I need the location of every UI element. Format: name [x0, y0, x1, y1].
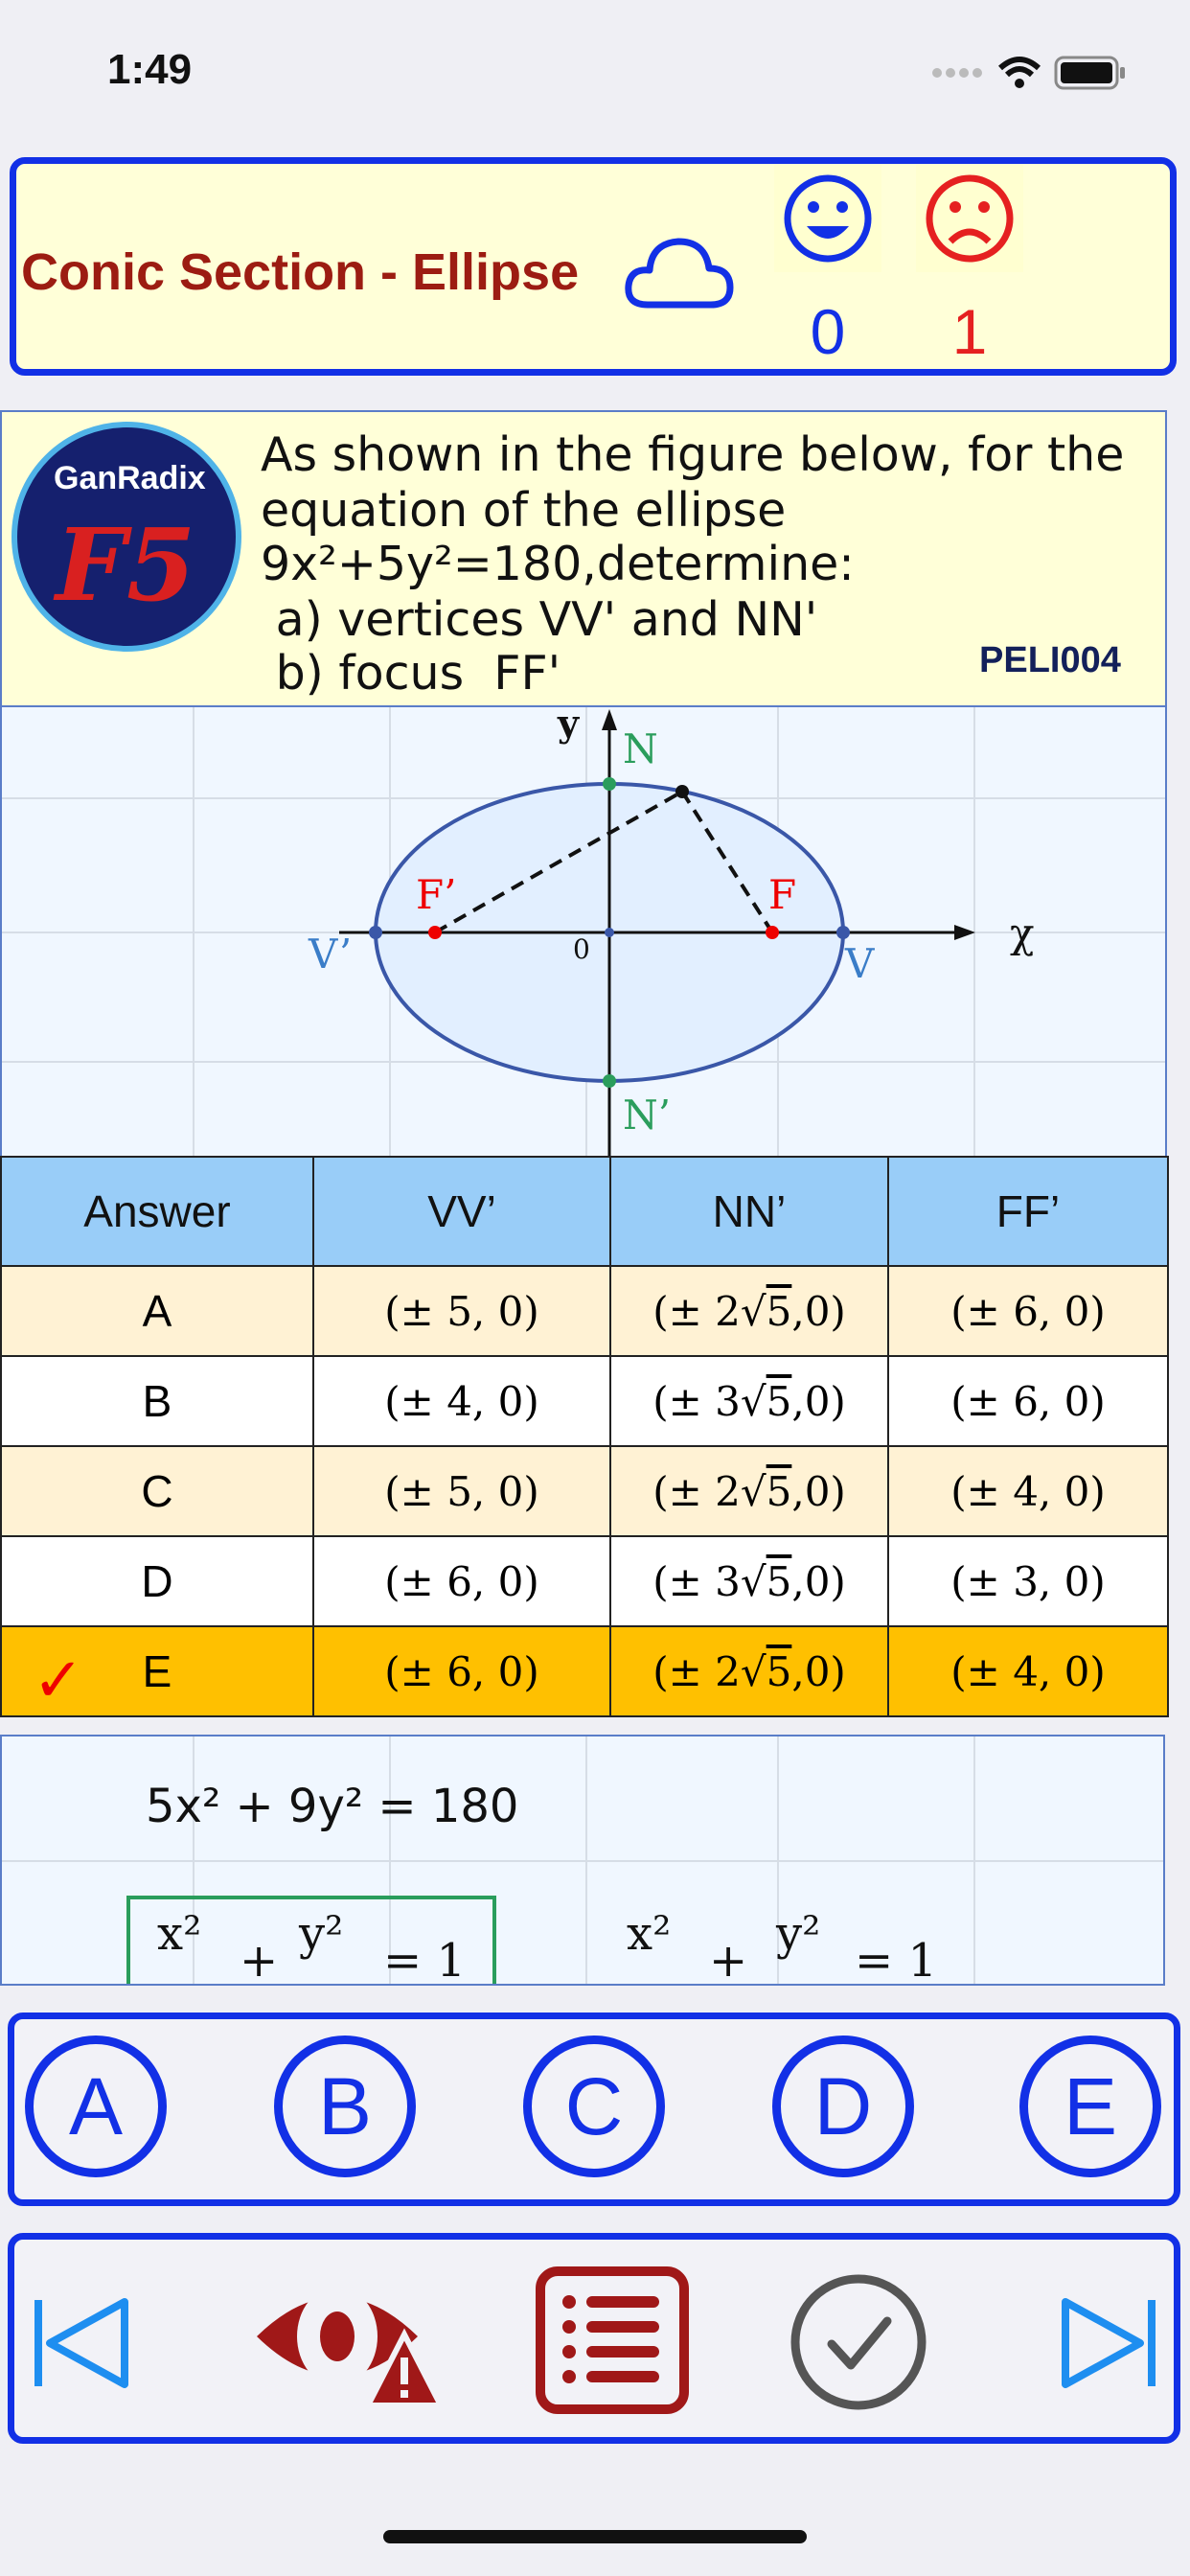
- status-time: 1:49: [107, 46, 193, 93]
- list-icon[interactable]: [535, 2266, 690, 2415]
- answer-label: B: [0, 1355, 314, 1447]
- ff-value: (± 3, 0): [887, 1535, 1169, 1627]
- answer-table: Answer VV’ NN’ FF’ A (± 5, 0) (± 2√5,0) …: [0, 1156, 1169, 1717]
- first-icon[interactable]: [29, 2290, 134, 2396]
- choice-d-button[interactable]: D: [772, 2036, 914, 2177]
- vv-value: (± 5, 0): [312, 1445, 611, 1537]
- solution-plus: +: [240, 1934, 279, 1986]
- label-v: V: [844, 940, 875, 987]
- last-icon[interactable]: [1056, 2290, 1161, 2396]
- answer-label: D: [0, 1535, 314, 1627]
- logo-brand: GanRadix: [54, 460, 206, 496]
- ff-value: (± 6, 0): [887, 1355, 1169, 1447]
- battery-icon: [1054, 56, 1125, 90]
- col-header-ff: FF’: [887, 1156, 1169, 1267]
- nn-value: (± 2√5,0): [609, 1445, 889, 1537]
- cloud-icon[interactable]: [623, 230, 736, 314]
- col-header-answer: Answer: [0, 1156, 314, 1267]
- label-n-prime: N’: [623, 1092, 671, 1138]
- question-line: a) vertices VV' and NN': [261, 592, 818, 647]
- wrong-count: 1: [951, 296, 988, 367]
- nn-value: (± 3√5,0): [609, 1355, 889, 1447]
- answer-label: A: [0, 1265, 314, 1357]
- ellipse-diagram: y χ N N’ F’ F V’ V 0: [2, 702, 1165, 1158]
- wifi-icon: [998, 57, 1041, 88]
- table-row: A (± 5, 0) (± 2√5,0) (± 6, 0): [0, 1265, 1169, 1357]
- table-row-selected: E (± 6, 0) (± 2√5,0) (± 4, 0): [0, 1625, 1169, 1717]
- choice-a-button[interactable]: A: [25, 2036, 167, 2177]
- page-title: Conic Section - Ellipse: [21, 243, 580, 301]
- vv-value: (± 5, 0): [312, 1265, 611, 1357]
- table-row: D (± 6, 0) (± 3√5,0) (± 3, 0): [0, 1535, 1169, 1627]
- solution-term: x²: [157, 1907, 202, 1961]
- question-line: 9x²+5y²=180,determine:: [261, 537, 855, 591]
- vv-value: (± 4, 0): [312, 1355, 611, 1447]
- vv-value: (± 6, 0): [312, 1535, 611, 1627]
- nn-value: (± 2√5,0): [609, 1625, 889, 1717]
- axis-label-y: y: [557, 707, 580, 745]
- hide-warning-icon[interactable]: [251, 2267, 443, 2411]
- vv-value: (± 6, 0): [312, 1625, 611, 1717]
- question-line: b) focus FF': [261, 646, 561, 701]
- solution-term: y²: [776, 1907, 821, 1961]
- check-circle-icon[interactable]: [788, 2271, 929, 2413]
- col-header-vv: VV’: [312, 1156, 611, 1267]
- table-row: C (± 5, 0) (± 2√5,0) (± 4, 0): [0, 1445, 1169, 1537]
- label-n: N: [623, 725, 658, 772]
- answer-label: C: [0, 1445, 314, 1537]
- solution-plus: +: [709, 1934, 748, 1986]
- label-origin: 0: [573, 933, 590, 965]
- ellipse-figure: y χ N N’ F’ F V’ V 0: [0, 702, 1167, 1158]
- solution-equation: 5x² + 9y² = 180: [146, 1780, 519, 1833]
- happy-face-icon: [774, 165, 881, 272]
- question-code: PELI004: [979, 640, 1121, 680]
- solution-term: x²: [627, 1907, 672, 1961]
- status-icons: [931, 56, 1127, 90]
- choice-b-button[interactable]: B: [274, 2036, 416, 2177]
- nn-value: (± 2√5,0): [609, 1265, 889, 1357]
- correct-count: 0: [810, 296, 846, 367]
- axis-label-x: χ: [1010, 909, 1034, 956]
- label-f-prime: F’: [416, 871, 457, 918]
- question-line: As shown in the figure below, for the: [261, 427, 1125, 482]
- solution-term: y²: [299, 1907, 344, 1961]
- label-f: F: [768, 871, 796, 918]
- nn-value: (± 3√5,0): [609, 1535, 889, 1627]
- logo-mark: F5: [56, 506, 196, 624]
- table-row: B (± 4, 0) (± 3√5,0) (± 6, 0): [0, 1355, 1169, 1447]
- choice-e-button[interactable]: E: [1019, 2036, 1161, 2177]
- ff-value: (± 4, 0): [887, 1625, 1169, 1717]
- home-indicator[interactable]: [383, 2530, 807, 2543]
- signal-icon: [932, 68, 982, 78]
- ff-value: (± 4, 0): [887, 1445, 1169, 1537]
- choice-c-button[interactable]: C: [523, 2036, 665, 2177]
- col-header-nn: NN’: [609, 1156, 889, 1267]
- question-line: equation of the ellipse: [261, 483, 787, 538]
- sad-face-icon: [916, 165, 1023, 272]
- solution-panel[interactable]: 5x² + 9y² = 180 x² + y² = 1 x² + y² = 1: [0, 1735, 1165, 1986]
- solution-equals: = 1: [383, 1934, 467, 1986]
- table-header-row: Answer VV’ NN’ FF’: [0, 1156, 1169, 1267]
- solution-equals: = 1: [855, 1934, 938, 1986]
- correct-check-icon: ✓: [33, 1645, 84, 1714]
- label-v-prime: V’: [308, 931, 352, 978]
- ff-value: (± 6, 0): [887, 1265, 1169, 1357]
